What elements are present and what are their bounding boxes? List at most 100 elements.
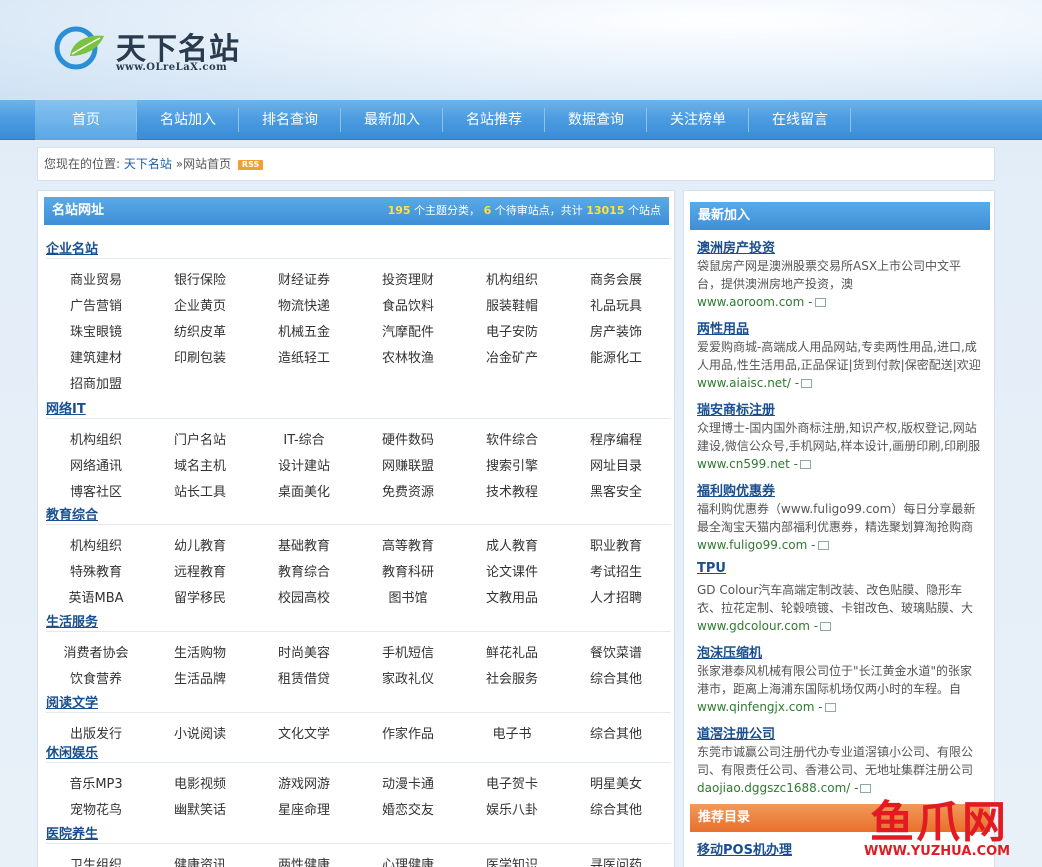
category-link[interactable]: 能源化工 [571, 347, 661, 366]
category-link[interactable]: 企业黄页 [155, 295, 245, 314]
nav-item-latest[interactable]: 最新加入 [341, 100, 443, 140]
category-link[interactable]: 出版发行 [51, 723, 141, 742]
category-link[interactable]: 电子贺卡 [467, 773, 557, 792]
latest-item-url[interactable]: www.aoroom.com [697, 295, 804, 309]
category-link[interactable]: 生活购物 [155, 642, 245, 661]
category-link[interactable]: 黑客安全 [571, 481, 661, 500]
category-link[interactable]: 婚恋交友 [363, 799, 453, 818]
category-link[interactable]: 招商加盟 [51, 373, 141, 392]
rss-icon[interactable]: RSS [237, 159, 264, 170]
nav-item-message[interactable]: 在线留言 [749, 100, 851, 140]
nav-item-rank[interactable]: 排名查询 [239, 100, 341, 140]
category-link[interactable]: 纺织皮革 [155, 321, 245, 340]
category-title[interactable]: 阅读文学 [46, 692, 98, 711]
latest-item-url[interactable]: www.qinfengjx.com [697, 700, 814, 714]
category-link[interactable]: 健康资讯 [155, 854, 245, 867]
nav-item-recommend[interactable]: 名站推荐 [443, 100, 545, 140]
category-link[interactable]: 综合其他 [571, 723, 661, 742]
snapshot-icon[interactable] [814, 298, 826, 307]
category-link[interactable]: 论文课件 [467, 561, 557, 580]
category-link[interactable]: 明星美女 [571, 773, 661, 792]
category-link[interactable]: 博客社区 [51, 481, 141, 500]
category-link[interactable]: 娱乐八卦 [467, 799, 557, 818]
latest-item-title[interactable]: 道滘注册公司 [697, 723, 982, 743]
category-link[interactable]: 商业贸易 [51, 269, 141, 288]
category-link[interactable]: 电子安防 [467, 321, 557, 340]
category-link[interactable]: 职业教育 [571, 535, 661, 554]
latest-item-title[interactable]: TPU [697, 561, 982, 581]
category-link[interactable]: 音乐MP3 [51, 773, 141, 792]
category-link[interactable]: 幽默笑话 [155, 799, 245, 818]
category-link[interactable]: 机构组织 [51, 535, 141, 554]
category-link[interactable]: 基础教育 [259, 535, 349, 554]
category-link[interactable]: 房产装饰 [571, 321, 661, 340]
category-link[interactable]: 考试招生 [571, 561, 661, 580]
category-title[interactable]: 教育综合 [46, 504, 98, 523]
latest-item-url[interactable]: www.aiaisc.net/ [697, 376, 791, 390]
category-link[interactable]: 游戏网游 [259, 773, 349, 792]
category-link[interactable]: 机械五金 [259, 321, 349, 340]
category-link[interactable]: 餐饮菜谱 [571, 642, 661, 661]
category-link[interactable]: 软件综合 [467, 429, 557, 448]
category-link[interactable]: 幼儿教育 [155, 535, 245, 554]
category-link[interactable]: 鲜花礼品 [467, 642, 557, 661]
latest-item-url[interactable]: www.fuligo99.com [697, 538, 807, 552]
snapshot-icon[interactable] [801, 379, 813, 388]
category-link[interactable]: 电子书 [467, 723, 557, 742]
category-link[interactable]: 动漫卡通 [363, 773, 453, 792]
category-link[interactable]: 网址目录 [571, 455, 661, 474]
site-logo[interactable]: 天下名站 www.OLreLaX.com [54, 22, 254, 78]
category-link[interactable]: 英语MBA [51, 587, 141, 606]
category-link[interactable]: 电影视频 [155, 773, 245, 792]
category-link[interactable]: 医学知识 [467, 854, 557, 867]
category-link[interactable]: 商务会展 [571, 269, 661, 288]
breadcrumb-home-link[interactable]: 天下名站 [124, 157, 172, 171]
category-link[interactable]: 服装鞋帽 [467, 295, 557, 314]
latest-item-title[interactable]: 泡沫压缩机 [697, 642, 982, 662]
snapshot-icon[interactable] [820, 622, 832, 631]
category-link[interactable]: 星座命理 [259, 799, 349, 818]
category-link[interactable]: 桌面美化 [259, 481, 349, 500]
category-link[interactable]: 寻医问药 [571, 854, 661, 867]
category-link[interactable]: 物流快递 [259, 295, 349, 314]
category-link[interactable]: 搜索引擎 [467, 455, 557, 474]
snapshot-icon[interactable] [824, 703, 836, 712]
latest-item-title[interactable]: 瑞安商标注册 [697, 399, 982, 419]
category-link[interactable]: 印刷包装 [155, 347, 245, 366]
category-link[interactable]: 人才招聘 [571, 587, 661, 606]
category-link[interactable]: 机构组织 [51, 429, 141, 448]
category-link[interactable]: 教育综合 [259, 561, 349, 580]
category-link[interactable]: 留学移民 [155, 587, 245, 606]
category-link[interactable]: 建筑建材 [51, 347, 141, 366]
category-link[interactable]: 成人教育 [467, 535, 557, 554]
category-link[interactable]: 家政礼仪 [363, 668, 453, 687]
nav-item-data[interactable]: 数据查询 [545, 100, 647, 140]
category-link[interactable]: 技术教程 [467, 481, 557, 500]
category-link[interactable]: 手机短信 [363, 642, 453, 661]
category-link[interactable]: 文化文学 [259, 723, 349, 742]
category-link[interactable]: 社会服务 [467, 668, 557, 687]
category-link[interactable]: 银行保险 [155, 269, 245, 288]
category-link[interactable]: 机构组织 [467, 269, 557, 288]
category-link[interactable]: 冶金矿产 [467, 347, 557, 366]
category-link[interactable]: 两性健康 [259, 854, 349, 867]
category-link[interactable]: 宠物花鸟 [51, 799, 141, 818]
category-link[interactable]: 门户名站 [155, 429, 245, 448]
category-link[interactable]: 消费者协会 [51, 642, 141, 661]
category-link[interactable]: 特殊教育 [51, 561, 141, 580]
nav-item-follow[interactable]: 关注榜单 [647, 100, 749, 140]
category-link[interactable]: IT-综合 [259, 429, 349, 448]
latest-item-url[interactable]: www.cn599.net [697, 457, 790, 471]
category-title[interactable]: 休闲娱乐 [46, 742, 98, 761]
category-link[interactable]: 程序编程 [571, 429, 661, 448]
category-title[interactable]: 网络IT [46, 398, 86, 417]
category-link[interactable]: 生活品牌 [155, 668, 245, 687]
nav-item-home[interactable]: 首页 [35, 100, 137, 140]
snapshot-icon[interactable] [799, 460, 811, 469]
category-link[interactable]: 食品饮料 [363, 295, 453, 314]
category-link[interactable]: 校园高校 [259, 587, 349, 606]
category-link[interactable]: 投资理财 [363, 269, 453, 288]
latest-item-title[interactable]: 澳洲房产投资 [697, 237, 982, 257]
category-link[interactable]: 站长工具 [155, 481, 245, 500]
category-link[interactable]: 心理健康 [363, 854, 453, 867]
